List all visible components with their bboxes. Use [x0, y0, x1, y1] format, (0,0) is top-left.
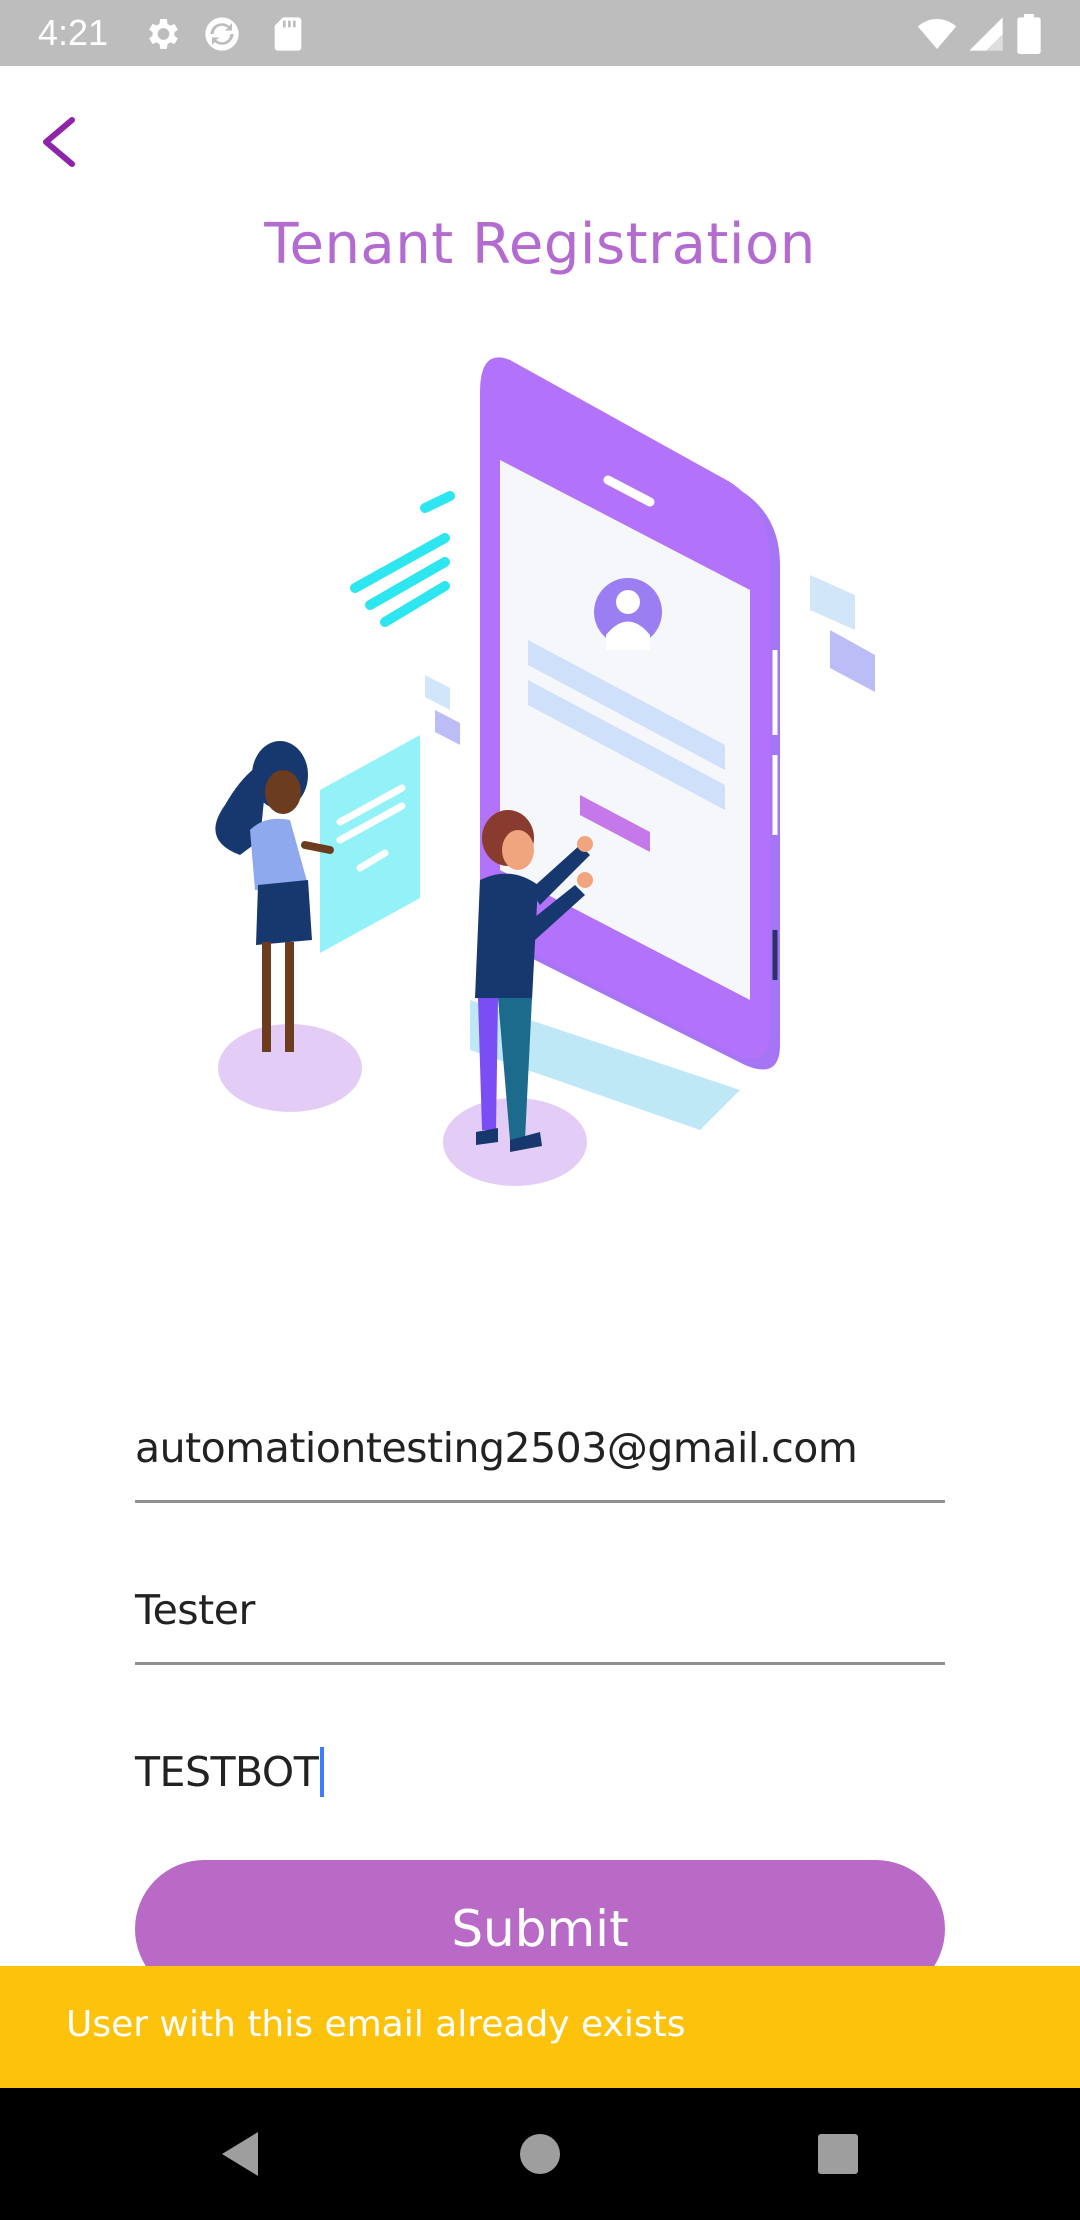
home-circle-icon[interactable] — [510, 2124, 570, 2184]
gear-icon — [149, 19, 178, 49]
battery-icon — [1017, 14, 1041, 54]
status-time: 4:21 — [38, 12, 109, 53]
sd-card-icon — [274, 17, 302, 51]
wifi-icon — [917, 19, 957, 49]
email-value: automationtesting2503@gmail.com — [135, 1424, 858, 1472]
name-field[interactable]: Tester — [135, 1582, 945, 1665]
snackbar: User with this email already exists — [0, 1966, 1080, 2088]
recents-square-icon[interactable] — [808, 2124, 868, 2184]
status-bar: 4:21 — [0, 0, 1080, 66]
email-field[interactable]: automationtesting2503@gmail.com — [135, 1420, 945, 1503]
company-value: TESTBOT — [135, 1748, 319, 1796]
page-title: Tenant Registration — [264, 212, 816, 277]
signal-icon — [969, 17, 1003, 51]
snackbar-message: User with this email already exists — [66, 2004, 686, 2045]
navigation-bar — [0, 2088, 1080, 2220]
back-triangle-icon[interactable] — [210, 2124, 270, 2184]
back-button[interactable] — [30, 102, 94, 182]
name-value: Tester — [135, 1586, 255, 1634]
sync-icon — [205, 17, 239, 51]
text-cursor — [320, 1747, 325, 1797]
chevron-left-icon — [43, 117, 75, 167]
company-field[interactable]: TESTBOT — [135, 1744, 945, 1824]
registration-illustration — [215, 357, 875, 1186]
